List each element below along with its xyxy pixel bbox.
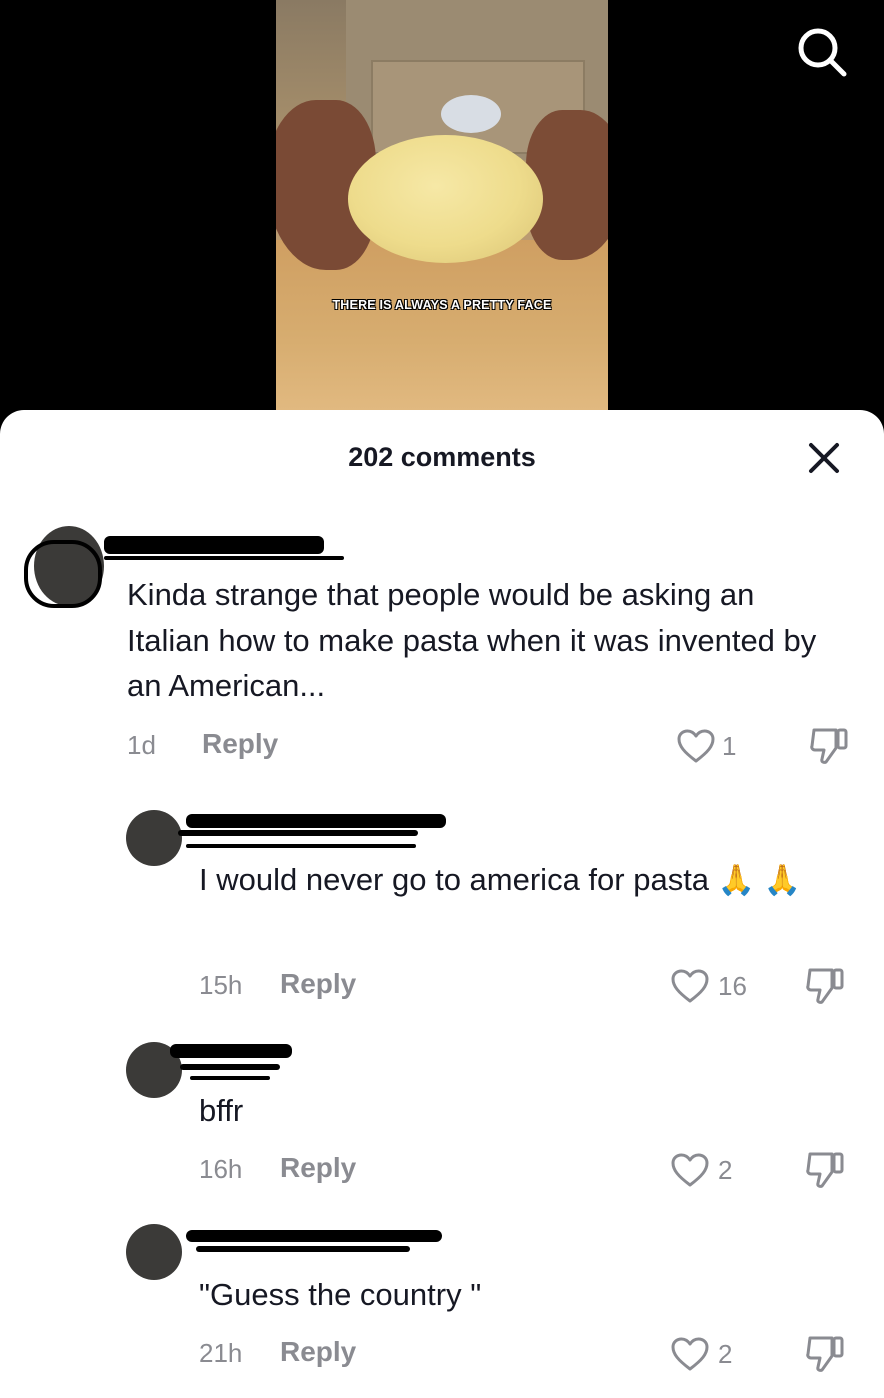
redacted-username bbox=[186, 814, 446, 828]
praying-hands-emoji: 🙏 bbox=[763, 864, 802, 897]
search-icon bbox=[798, 28, 847, 77]
avatar[interactable] bbox=[126, 1224, 182, 1280]
comment-time: 15h bbox=[199, 970, 243, 1000]
redaction-scribble bbox=[186, 844, 416, 848]
heart-icon bbox=[671, 969, 709, 1003]
comment-text: bffr bbox=[199, 1093, 244, 1128]
heart-icon bbox=[671, 1153, 709, 1187]
avatar[interactable] bbox=[126, 810, 182, 866]
like-count: 1 bbox=[722, 731, 737, 761]
heart-icon bbox=[677, 729, 715, 763]
redacted-username bbox=[104, 536, 324, 554]
like-count: 2 bbox=[718, 1339, 733, 1369]
dislike-icon bbox=[806, 968, 844, 1004]
reply-button[interactable]: Reply bbox=[202, 728, 278, 760]
redaction-scribble bbox=[178, 830, 418, 836]
like-count: 2 bbox=[718, 1155, 733, 1185]
comment-text-body: I would never go to america for pasta bbox=[199, 862, 710, 897]
like-button[interactable] bbox=[676, 728, 716, 764]
video-logo bbox=[441, 95, 501, 133]
dislike-button[interactable] bbox=[804, 966, 846, 1006]
video-player[interactable]: THERE IS ALWAYS A PRETTY FACE bbox=[276, 0, 608, 410]
comment-text: Kinda strange that people would be askin… bbox=[127, 577, 817, 703]
reply-button[interactable]: Reply bbox=[280, 1336, 356, 1368]
comment-time: 16h bbox=[199, 1154, 243, 1184]
video-dough bbox=[348, 135, 543, 263]
like-button[interactable] bbox=[670, 1152, 710, 1188]
praying-hands-emoji: 🙏 bbox=[717, 864, 756, 897]
reply-button[interactable]: Reply bbox=[280, 1152, 356, 1184]
heart-icon bbox=[671, 1337, 709, 1371]
redacted-username bbox=[186, 1230, 442, 1242]
like-count: 16 bbox=[718, 971, 747, 1001]
dislike-icon bbox=[806, 1336, 844, 1372]
redaction-scribble bbox=[196, 1246, 410, 1252]
redaction-scribble bbox=[104, 556, 344, 560]
comment-text: I would never go to america for pasta 🙏 … bbox=[199, 857, 859, 904]
video-caption: THERE IS ALWAYS A PRETTY FACE bbox=[332, 298, 552, 312]
close-button[interactable] bbox=[806, 440, 842, 476]
like-button[interactable] bbox=[670, 968, 710, 1004]
like-button[interactable] bbox=[670, 1336, 710, 1372]
video-backdrop: THERE IS ALWAYS A PRETTY FACE bbox=[0, 0, 884, 420]
redacted-username bbox=[170, 1044, 292, 1058]
comment-time: 1d bbox=[127, 730, 156, 760]
redaction-scribble bbox=[190, 1076, 270, 1080]
comments-count-title: 202 comments bbox=[348, 442, 536, 472]
dislike-icon bbox=[810, 728, 848, 764]
redaction-scribble bbox=[180, 1064, 280, 1070]
comments-sheet: 202 comments Kinda strange that people w… bbox=[0, 410, 884, 1398]
dislike-icon bbox=[806, 1152, 844, 1188]
reply-button[interactable]: Reply bbox=[280, 968, 356, 1000]
comment-time: 21h bbox=[199, 1338, 243, 1368]
close-icon bbox=[809, 443, 839, 473]
dislike-button[interactable] bbox=[804, 1150, 846, 1190]
search-button[interactable] bbox=[794, 24, 850, 80]
redaction-scribble bbox=[24, 540, 102, 608]
dislike-button[interactable] bbox=[808, 726, 850, 766]
dislike-button[interactable] bbox=[804, 1334, 846, 1374]
comment-text: "Guess the country " bbox=[199, 1277, 482, 1312]
